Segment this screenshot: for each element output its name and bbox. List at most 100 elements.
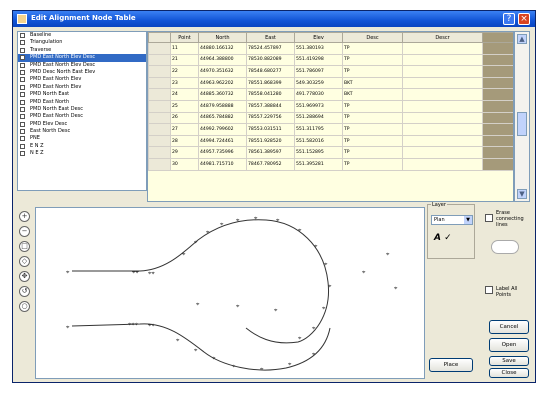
tree-item[interactable]: PMD East North [18,99,146,106]
table-cell[interactable]: 551.419298 [294,53,343,67]
table-row[interactable]: 26 44865.784882 78557.229756 551.288694 TP [148,111,513,125]
table-cell[interactable] [402,65,483,78]
grid-col-descr[interactable]: Descr [402,32,483,43]
table-cell[interactable]: 78561.389597 [246,146,295,159]
scroll-thumb[interactable] [517,112,527,136]
close-button[interactable]: Close [489,368,529,378]
tree-item-checkbox[interactable] [20,77,25,83]
table-cell[interactable]: TP [342,157,403,171]
table-row[interactable]: 23 44963.962202 78551.868399 549.303259 BKT [148,76,513,90]
tree-item[interactable]: PMD East North Elev Desc [18,54,146,62]
tree-item-checkbox[interactable] [20,62,25,68]
table-row[interactable]: 22 44970.351632 78548.680277 551.786097 TP [148,65,513,78]
cancel-button[interactable]: Cancel [489,320,529,334]
tree-item[interactable]: PMD East North Elev Desc [18,62,146,69]
table-cell[interactable]: 26 [170,111,199,125]
tree-item-checkbox[interactable] [20,92,25,98]
zoom-extents-icon[interactable]: ◇ [19,256,30,267]
grid-col-north[interactable]: North [198,32,247,43]
table-cell[interactable]: 551.786097 [294,65,343,78]
scroll-down-icon[interactable]: ▼ [517,189,527,199]
table-cell[interactable]: 44994.724461 [198,134,247,148]
zoom-window-icon[interactable]: □ [19,241,30,252]
table-cell[interactable]: 44964.388800 [198,53,247,67]
table-cell[interactable]: TP [342,111,403,125]
table-cell[interactable] [402,157,483,171]
tree-item-checkbox[interactable] [20,69,25,75]
table-cell[interactable]: 491.778030 [294,88,343,101]
tree-item[interactable]: Baseline [18,32,146,39]
tree-item-checkbox[interactable] [20,106,25,112]
table-cell[interactable]: 78467.780952 [246,157,295,171]
table-cell[interactable]: 44963.962202 [198,76,247,90]
table-cell[interactable]: 28 [170,134,199,148]
table-cell[interactable]: 551.395281 [294,157,343,171]
zoom-out-icon[interactable]: − [19,226,30,237]
save-button[interactable]: Save [489,356,529,366]
tree-item[interactable]: Traverse [18,47,146,54]
label-style-icon[interactable]: A ✓ [434,233,452,243]
tree-item-checkbox[interactable] [20,33,25,38]
zoom-in-icon[interactable]: + [19,211,30,222]
tree-item-checkbox[interactable] [20,121,25,127]
table-cell[interactable]: TP [342,53,403,67]
tree-item[interactable]: PMD Elev Desc [18,121,146,128]
table-cell[interactable]: 25 [170,99,199,113]
table-row[interactable]: 11 44880.166132 78524.457897 551.380193 TP [148,42,513,55]
grid-col-elev[interactable]: Elev [294,32,343,43]
table-cell[interactable]: 44957.735996 [198,146,247,159]
table-cell[interactable]: TP [342,42,403,55]
table-cell[interactable]: 22 [170,65,199,78]
tree-item[interactable]: N E Z [18,150,146,157]
close-window-button[interactable]: × [518,13,530,25]
table-cell[interactable] [402,111,483,125]
table-cell[interactable]: 44880.166132 [198,42,247,55]
tree-item-checkbox[interactable] [20,40,25,46]
table-cell[interactable]: TP [342,99,403,113]
table-cell[interactable]: 11 [170,42,199,55]
table-row[interactable]: 21 44964.388800 78530.882089 551.419298 TP [148,53,513,67]
table-cell[interactable]: 78557.229756 [246,111,295,125]
table-cell[interactable]: TP [342,134,403,148]
table-cell[interactable]: 44992.799602 [198,123,247,136]
grid-col-east[interactable]: East [246,32,295,43]
tree-item-checkbox[interactable] [20,129,25,135]
table-cell[interactable]: TP [342,123,403,136]
tree-item-checkbox[interactable] [20,114,25,120]
table-cell[interactable]: 21 [170,53,199,67]
table-cell[interactable]: 78548.680277 [246,65,295,78]
tree-item-checkbox[interactable] [20,55,25,61]
tree-item[interactable]: Triangulation [18,39,146,46]
preview-toggle[interactable] [491,240,519,254]
table-cell[interactable] [402,99,483,113]
table-cell[interactable]: 551.380193 [294,42,343,55]
label-all-checkbox[interactable] [485,286,493,294]
table-cell[interactable]: 44865.784882 [198,111,247,125]
table-cell[interactable]: TP [342,65,403,78]
table-row[interactable]: 24 44885.360732 78558.041280 491.778030 BKT [148,88,513,101]
alignment-plan-canvas[interactable]: ⌖ ⌖ ⌖⌖ ⌖⌖ ⌖⌖⌖ ⌖⌖ ⌖ ⌖ ⌖ ⌖ ⌖ ⌖ ⌖ ⌖ ⌖ ⌖ ⌖ ⌖ ⌖ ⌖ ⌖ ⌖ ⌖ ⌖ ⌖ ⌖ … [35,207,425,379]
table-cell[interactable]: 78524.457897 [246,42,295,55]
table-cell[interactable] [402,53,483,67]
format-tree[interactable]: Baseline Triangulation Traverse PMD East No… [17,31,147,191]
node-grid[interactable]: Point North East Elev Desc Descr 11 44880… [147,31,514,202]
tree-item[interactable]: PMD East North Desc [18,113,146,120]
layer-select[interactable]: Plan ▼ [431,215,473,225]
tree-item[interactable]: PMD East North Elev [18,84,146,91]
table-cell[interactable]: 78551.928520 [246,134,295,148]
table-row[interactable]: 25 44879.958888 78557.388844 551.969973 TP [148,99,513,113]
table-cell[interactable]: 27 [170,123,199,136]
table-cell[interactable]: BKT [342,76,403,90]
table-cell[interactable]: 551.582016 [294,134,343,148]
table-cell[interactable] [402,146,483,159]
table-cell[interactable]: 551.288694 [294,111,343,125]
tree-item-checkbox[interactable] [20,151,25,157]
table-cell[interactable] [402,88,483,101]
table-cell[interactable]: 78558.041280 [246,88,295,101]
chevron-down-icon[interactable]: ▼ [464,216,472,224]
tree-item[interactable]: PMD East North Elev [18,76,146,83]
table-cell[interactable] [402,134,483,148]
table-cell[interactable]: 44879.958888 [198,99,247,113]
tree-item[interactable]: East North Desc [18,128,146,135]
erase-lines-checkbox[interactable] [485,214,493,222]
